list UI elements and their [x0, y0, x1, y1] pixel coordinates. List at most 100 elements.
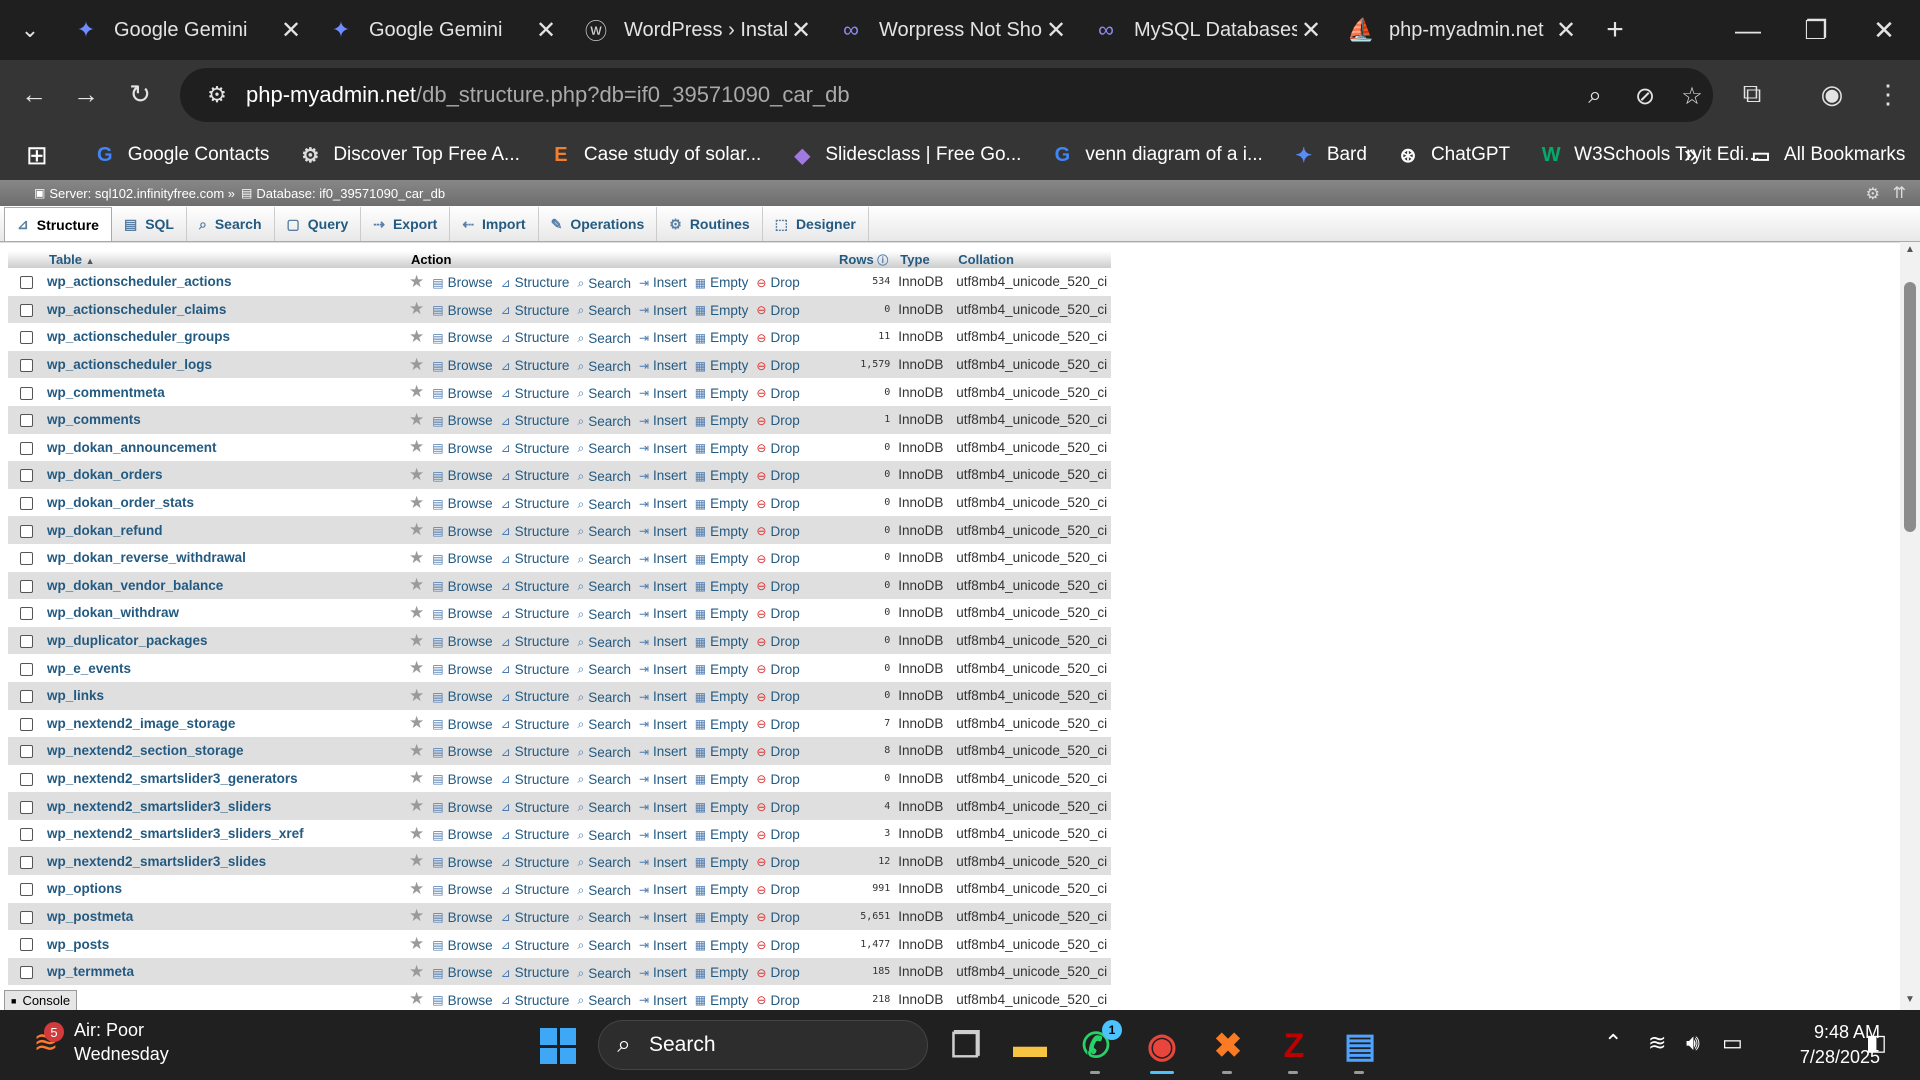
action-insert[interactable]: ⇥ Insert	[639, 910, 687, 925]
action-search[interactable]: ⌕ Search	[577, 359, 631, 374]
action-structure[interactable]: ⊿ Structure	[501, 330, 570, 345]
action-insert[interactable]: ⇥ Insert	[639, 772, 687, 787]
action-empty[interactable]: ▦ Empty	[695, 496, 749, 511]
close-tab-icon[interactable]: ✕	[1297, 16, 1325, 44]
action-empty[interactable]: ▦ Empty	[695, 910, 749, 925]
action-empty[interactable]: ▦ Empty	[695, 855, 749, 870]
action-browse[interactable]: ▤ Browse	[432, 303, 492, 318]
browser-tab[interactable]: ∞ Worpress Not Sho ✕	[825, 8, 1080, 52]
action-insert[interactable]: ⇥ Insert	[639, 744, 687, 759]
table-name-link[interactable]: wp_dokan_refund	[47, 523, 163, 538]
action-search[interactable]: ⌕ Search	[577, 635, 631, 650]
table-name-link[interactable]: wp_duplicator_packages	[47, 633, 208, 648]
action-insert[interactable]: ⇥ Insert	[639, 330, 687, 345]
action-search[interactable]: ⌕ Search	[577, 938, 631, 953]
table-header[interactable]: Table ▲	[43, 251, 405, 268]
action-empty[interactable]: ▦ Empty	[695, 524, 749, 539]
row-checkbox[interactable]	[20, 745, 33, 759]
new-tab-button[interactable]: +	[1590, 8, 1640, 52]
action-empty[interactable]: ▦ Empty	[695, 386, 749, 401]
table-name-link[interactable]: wp_commentmeta	[47, 385, 165, 400]
action-empty[interactable]: ▦ Empty	[695, 689, 749, 704]
action-browse[interactable]: ▤ Browse	[432, 965, 492, 980]
action-empty[interactable]: ▦ Empty	[695, 772, 749, 787]
bookmark-item[interactable]: ⊛ ChatGPT	[1381, 135, 1524, 175]
action-browse[interactable]: ▤ Browse	[432, 938, 492, 953]
action-insert[interactable]: ⇥ Insert	[639, 496, 687, 511]
xampp-icon[interactable]: ✖	[1202, 1020, 1254, 1074]
action-structure[interactable]: ⊿ Structure	[501, 413, 570, 428]
action-insert[interactable]: ⇥ Insert	[639, 579, 687, 594]
action-drop[interactable]: ⊖ Drop	[756, 524, 799, 539]
scroll-down-icon[interactable]: ▼	[1903, 994, 1917, 1008]
row-checkbox[interactable]	[20, 910, 33, 924]
table-name-link[interactable]: wp_posts	[47, 937, 109, 952]
action-structure[interactable]: ⊿ Structure	[501, 689, 570, 704]
collation-header[interactable]: Collation	[952, 251, 1112, 268]
action-drop[interactable]: ⊖ Drop	[756, 800, 799, 815]
windows-start-icon[interactable]	[540, 1028, 576, 1064]
close-tab-icon[interactable]: ✕	[277, 16, 305, 44]
notepad-icon[interactable]: ▤	[1334, 1020, 1386, 1074]
minimize-icon[interactable]: —	[1714, 0, 1782, 60]
table-name-link[interactable]: wp_termmeta	[47, 964, 134, 979]
favorite-star-icon[interactable]: ★	[409, 658, 424, 677]
action-insert[interactable]: ⇥ Insert	[639, 993, 687, 1008]
wifi-icon[interactable]: ≋	[1648, 1030, 1666, 1056]
favorite-star-icon[interactable]: ★	[409, 520, 424, 539]
action-empty[interactable]: ▦ Empty	[695, 441, 749, 456]
action-search[interactable]: ⌕ Search	[577, 579, 631, 594]
action-search[interactable]: ⌕ Search	[577, 469, 631, 484]
tab-search-chevron-icon[interactable]: ⌄	[0, 0, 60, 60]
action-structure[interactable]: ⊿ Structure	[501, 634, 570, 649]
action-empty[interactable]: ▦ Empty	[695, 303, 749, 318]
action-insert[interactable]: ⇥ Insert	[639, 938, 687, 953]
bookmark-item[interactable]: ◆ Slidesclass | Free Go...	[775, 135, 1035, 175]
table-name-link[interactable]: wp_actionscheduler_logs	[47, 357, 212, 372]
table-name-link[interactable]: wp_nextend2_image_storage	[47, 716, 235, 731]
row-checkbox[interactable]	[20, 579, 33, 593]
taskbar-search[interactable]: ⌕ Search	[598, 1020, 928, 1070]
whatsapp-icon[interactable]: ✆ 1	[1070, 1020, 1122, 1074]
type-header-link[interactable]: Type	[900, 252, 929, 267]
row-checkbox[interactable]	[20, 717, 33, 731]
help-icon[interactable]: ⓘ	[877, 255, 888, 267]
action-structure[interactable]: ⊿ Structure	[501, 800, 570, 815]
table-name-link[interactable]: wp_nextend2_smartslider3_slides	[47, 854, 266, 869]
favorite-star-icon[interactable]: ★	[409, 327, 424, 346]
more-bookmarks-icon[interactable]: »	[1670, 135, 1711, 175]
scroll-up-icon[interactable]: ▲	[1903, 244, 1917, 258]
favorite-star-icon[interactable]: ★	[409, 548, 424, 567]
action-structure[interactable]: ⊿ Structure	[501, 717, 570, 732]
action-structure[interactable]: ⊿ Structure	[501, 579, 570, 594]
favorite-star-icon[interactable]: ★	[409, 989, 424, 1008]
row-checkbox[interactable]	[20, 331, 33, 345]
action-drop[interactable]: ⊖ Drop	[756, 386, 799, 401]
action-browse[interactable]: ▤ Browse	[432, 468, 492, 483]
row-checkbox[interactable]	[20, 359, 33, 373]
file-explorer-icon[interactable]: ▬	[1004, 1020, 1056, 1072]
action-empty[interactable]: ▦ Empty	[695, 744, 749, 759]
action-insert[interactable]: ⇥ Insert	[639, 882, 687, 897]
apps-grid-icon[interactable]: ⊞	[0, 135, 78, 175]
eye-slash-icon[interactable]: ⊘	[1625, 76, 1665, 116]
bookmark-item[interactable]: Gvenn diagram of a i...	[1035, 135, 1276, 175]
action-browse[interactable]: ▤ Browse	[432, 386, 492, 401]
action-browse[interactable]: ▤ Browse	[432, 606, 492, 621]
tab-search[interactable]: ⌕ Search	[187, 207, 275, 241]
action-structure[interactable]: ⊿ Structure	[501, 855, 570, 870]
favorite-star-icon[interactable]: ★	[409, 603, 424, 622]
favorite-star-icon[interactable]: ★	[409, 686, 424, 705]
favorite-star-icon[interactable]: ★	[409, 851, 424, 870]
action-structure[interactable]: ⊿ Structure	[501, 386, 570, 401]
action-empty[interactable]: ▦ Empty	[695, 938, 749, 953]
action-drop[interactable]: ⊖ Drop	[756, 303, 799, 318]
action-drop[interactable]: ⊖ Drop	[756, 993, 799, 1008]
notification-bell-icon[interactable]: ◧	[1866, 1030, 1887, 1056]
row-checkbox[interactable]	[20, 883, 33, 897]
tab-structure[interactable]: ⊿ Structure	[4, 207, 112, 241]
action-drop[interactable]: ⊖ Drop	[756, 551, 799, 566]
row-checkbox[interactable]	[20, 441, 33, 455]
collation-header-link[interactable]: Collation	[958, 252, 1014, 267]
row-checkbox[interactable]	[20, 276, 33, 290]
